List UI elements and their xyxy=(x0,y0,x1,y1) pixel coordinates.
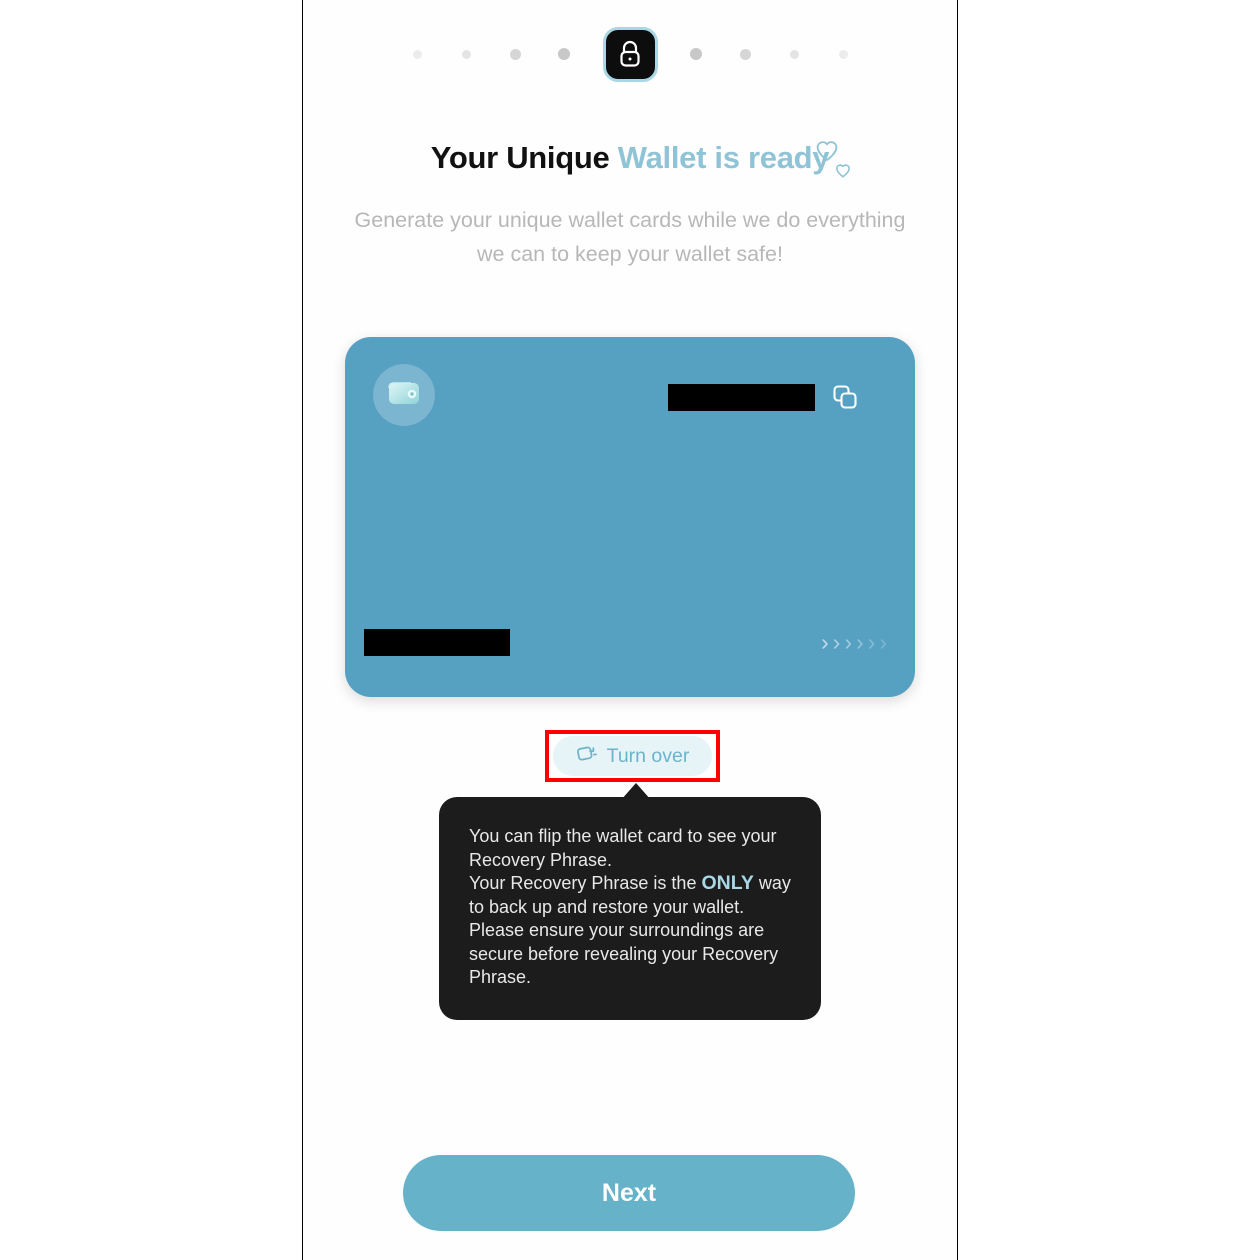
tooltip-line-2-before: Your Recovery Phrase is the xyxy=(469,873,702,893)
page-title-prefix: Your Unique xyxy=(430,140,610,175)
step-current-lock xyxy=(602,26,658,82)
step-dot-9 xyxy=(819,49,868,59)
tooltip-line-1: You can flip the wallet card to see your… xyxy=(469,826,777,870)
tooltip-emphasis-only: ONLY xyxy=(701,872,754,894)
turn-over-highlight-box xyxy=(545,730,720,782)
wallet-icon xyxy=(387,378,421,413)
step-dot-shape xyxy=(461,49,471,59)
chevron-right-icon: › xyxy=(844,629,852,655)
chevron-right-icon: › xyxy=(879,629,887,655)
next-button-label: Next xyxy=(601,1178,657,1207)
chevron-right-icon: › xyxy=(855,629,864,655)
chevron-right-icon: › xyxy=(820,629,829,655)
step-dot-shape xyxy=(690,48,702,60)
page-title-accent: Wallet is ready xyxy=(617,140,830,175)
step-dot-shape xyxy=(509,48,521,60)
lock-icon xyxy=(617,39,643,69)
card-chevron-decoration: › › › › › › xyxy=(821,631,887,654)
page-subtitle: Generate your unique wallet cards while … xyxy=(354,208,906,266)
next-button[interactable]: Next xyxy=(403,1155,855,1231)
step-dot-shape xyxy=(558,48,570,60)
wallet-card[interactable]: › › › › › › xyxy=(345,337,915,697)
wallet-icon-badge xyxy=(373,364,435,426)
tooltip-text: You can flip the wallet card to see your… xyxy=(469,825,791,990)
step-dot-4 xyxy=(540,48,589,60)
tooltip-line-3: Please ensure your surroundings are secu… xyxy=(469,920,779,987)
phone-frame-right-border xyxy=(957,0,958,1260)
screenshot-root: Your Unique Wallet is ready Generate you… xyxy=(0,0,1260,1260)
step-dot-shape xyxy=(789,49,799,59)
chevron-right-icon: › xyxy=(832,629,841,655)
tooltip-popover: You can flip the wallet card to see your… xyxy=(439,797,821,1020)
step-dot-6 xyxy=(672,48,721,60)
app-viewport: Your Unique Wallet is ready Generate you… xyxy=(303,0,957,1260)
copy-icon[interactable] xyxy=(832,384,858,410)
page-title: Your Unique Wallet is ready xyxy=(303,140,957,178)
step-dot-2 xyxy=(442,49,491,59)
step-dot-shape xyxy=(739,48,751,60)
wallet-address-redacted xyxy=(668,384,815,411)
step-dot-3 xyxy=(491,48,540,60)
heart-icon-small xyxy=(835,150,851,186)
step-dot-7 xyxy=(721,48,770,60)
step-dot-1 xyxy=(393,49,442,59)
wallet-name-redacted xyxy=(364,629,510,656)
step-dot-shape xyxy=(412,49,422,59)
step-dot-shape xyxy=(838,49,848,59)
step-dot-8 xyxy=(770,49,819,59)
chevron-right-icon: › xyxy=(867,629,876,655)
step-indicator xyxy=(303,20,957,88)
